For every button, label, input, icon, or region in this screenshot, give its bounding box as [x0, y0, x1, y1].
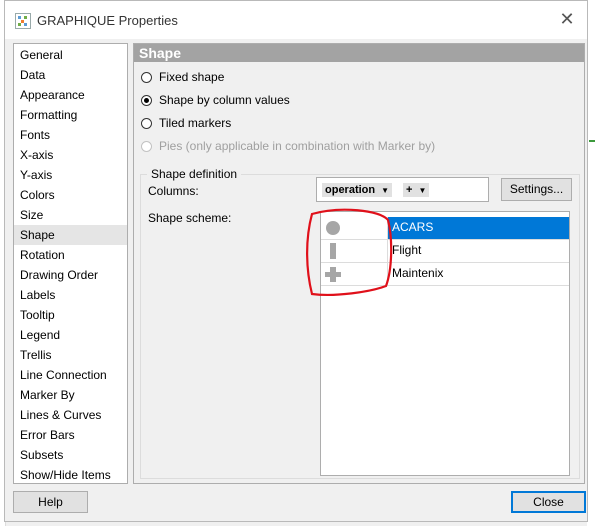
nav-item-formatting[interactable]: Formatting — [14, 105, 127, 125]
tiled-markers-option[interactable]: Tiled markers — [141, 115, 231, 131]
panel-title: Shape — [134, 44, 584, 62]
nav-item-drawing-order[interactable]: Drawing Order — [14, 265, 127, 285]
chevron-down-icon[interactable]: ▼ — [381, 186, 389, 195]
add-column-chip[interactable]: + ▼ — [403, 183, 430, 197]
pies-radio — [141, 141, 152, 152]
scheme-row-acars[interactable]: ACARS — [321, 217, 569, 240]
nav-item-legend[interactable]: Legend — [14, 325, 127, 345]
nav-item-shape[interactable]: Shape — [14, 225, 127, 245]
nav-item-x-axis[interactable]: X-axis — [14, 145, 127, 165]
shape-definition-label: Shape definition — [147, 167, 242, 181]
circle-shape-swatch[interactable] — [321, 217, 388, 239]
shape-by-column-option[interactable]: Shape by column values — [141, 92, 290, 108]
pies-option: Pies (only applicable in combination wit… — [141, 138, 435, 154]
shape-scheme-table[interactable]: ACARS Flight Maintenix — [320, 211, 570, 476]
background-gridline — [589, 140, 595, 142]
column-chip-label: operation — [325, 184, 376, 196]
shape-panel: Shape Fixed shape Shape by column values… — [133, 43, 585, 484]
scheme-name-maintenix: Maintenix — [392, 266, 444, 280]
title-bar[interactable]: GRAPHIQUE Properties ✕ — [5, 1, 587, 39]
shape-scheme-label: Shape scheme: — [148, 211, 232, 225]
app-icon — [15, 13, 31, 29]
tiled-markers-label: Tiled markers — [159, 116, 232, 130]
nav-item-marker-by[interactable]: Marker By — [14, 385, 127, 405]
column-chip-operation[interactable]: operation ▼ — [322, 183, 393, 197]
properties-nav-list[interactable]: General Data Appearance Formatting Fonts… — [13, 43, 128, 484]
columns-label: Columns: — [148, 184, 199, 198]
nav-item-line-connection[interactable]: Line Connection — [14, 365, 127, 385]
close-icon[interactable]: ✕ — [557, 9, 577, 29]
nav-item-data[interactable]: Data — [14, 65, 127, 85]
fixed-shape-label: Fixed shape — [159, 70, 225, 84]
shape-by-column-label: Shape by column values — [159, 93, 290, 107]
bar-shape-swatch[interactable] — [321, 240, 388, 262]
nav-item-trellis[interactable]: Trellis — [14, 345, 127, 365]
nav-item-labels[interactable]: Labels — [14, 285, 127, 305]
plus-shape-swatch[interactable] — [321, 263, 388, 285]
nav-item-subsets[interactable]: Subsets — [14, 445, 127, 465]
scheme-row-flight[interactable]: Flight — [321, 240, 569, 263]
properties-dialog: GRAPHIQUE Properties ✕ General Data Appe… — [4, 0, 588, 522]
close-button[interactable]: Close — [511, 491, 586, 513]
shape-by-column-radio[interactable] — [141, 95, 152, 106]
tiled-markers-radio[interactable] — [141, 118, 152, 129]
nav-item-size[interactable]: Size — [14, 205, 127, 225]
fixed-shape-option[interactable]: Fixed shape — [141, 69, 224, 85]
nav-item-general[interactable]: General — [14, 45, 127, 65]
scheme-name-flight: Flight — [392, 243, 422, 257]
nav-item-error-bars[interactable]: Error Bars — [14, 425, 127, 445]
background-app-right — [587, 0, 595, 526]
nav-item-fonts[interactable]: Fonts — [14, 125, 127, 145]
chevron-down-icon[interactable]: ▼ — [418, 186, 426, 195]
window-title: GRAPHIQUE Properties — [37, 13, 178, 28]
nav-item-appearance[interactable]: Appearance — [14, 85, 127, 105]
scheme-row-maintenix[interactable]: Maintenix — [321, 263, 569, 286]
fixed-shape-radio[interactable] — [141, 72, 152, 83]
pies-label: Pies (only applicable in combination wit… — [159, 139, 436, 153]
scheme-name-acars: ACARS — [392, 220, 434, 234]
nav-item-colors[interactable]: Colors — [14, 185, 127, 205]
plus-icon: + — [406, 184, 413, 196]
nav-item-rotation[interactable]: Rotation — [14, 245, 127, 265]
help-button[interactable]: Help — [13, 491, 88, 513]
columns-selector[interactable]: operation ▼ + ▼ — [316, 177, 489, 202]
nav-item-show-hide-items[interactable]: Show/Hide Items — [14, 465, 127, 485]
nav-item-tooltip[interactable]: Tooltip — [14, 305, 127, 325]
settings-button[interactable]: Settings... — [501, 178, 572, 201]
nav-item-lines-curves[interactable]: Lines & Curves — [14, 405, 127, 425]
nav-item-y-axis[interactable]: Y-axis — [14, 165, 127, 185]
